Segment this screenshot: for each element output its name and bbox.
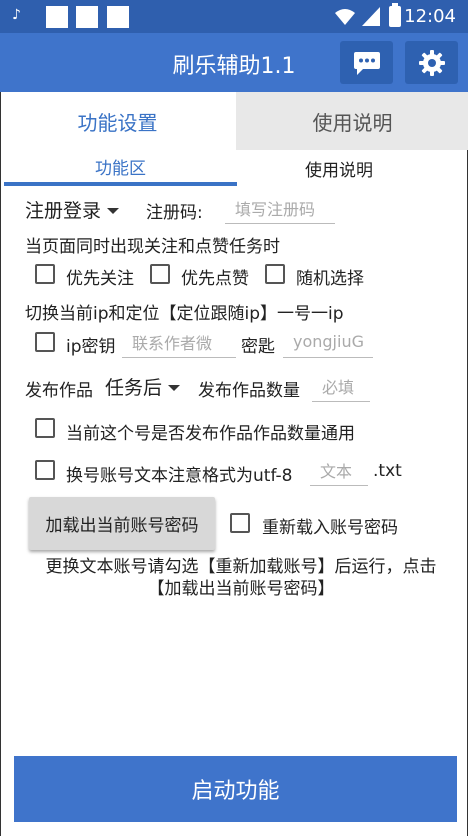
chevron-down-icon <box>168 385 181 391</box>
secret-input[interactable]: yongjiuG <box>283 326 373 358</box>
prefer-like-label: 优先点赞 <box>181 269 249 289</box>
ip-key-checkbox[interactable] <box>35 332 55 352</box>
top-tabs: 功能设置 使用说明 <box>1 92 468 150</box>
random-choice-checkbox[interactable] <box>265 264 285 284</box>
prefer-follow-label: 优先关注 <box>66 269 134 289</box>
reg-code-label: 注册码: <box>146 203 203 223</box>
publish-timing-dropdown[interactable]: 任务后 <box>105 370 198 402</box>
publish-shared-checkbox[interactable] <box>35 418 55 438</box>
reload-account-label: 重新载入账号密码 <box>262 518 398 538</box>
secret-label: 密匙 <box>241 337 275 357</box>
account-file-ext: .txt <box>373 461 402 481</box>
publish-shared-label: 当前这个号是否发布作品作品数量通用 <box>66 424 355 444</box>
tab-function-settings[interactable]: 功能设置 <box>1 92 234 150</box>
wifi-icon <box>335 9 355 25</box>
prefer-follow-checkbox[interactable] <box>35 264 55 284</box>
publish-count-label: 发布作品数量 <box>198 381 300 401</box>
load-account-button[interactable]: 加载出当前账号密码 <box>29 497 215 550</box>
tab-usage-guide[interactable]: 使用说明 <box>236 92 468 150</box>
battery-charging-icon <box>389 3 401 27</box>
usage-hint: 更换文本账号请勾选【重新加载账号】后运行，点击【加载出当前账号密码】 <box>45 557 437 599</box>
subtab-usage-guide[interactable]: 使用说明 <box>241 150 437 186</box>
chat-bubble-icon <box>353 51 380 75</box>
clock: 12:04 <box>404 6 456 27</box>
status-bar: ♪ 12:04 <box>0 0 468 33</box>
ip-key-input[interactable]: 联系作者微 <box>122 326 236 358</box>
account-switch-checkbox[interactable] <box>35 460 55 480</box>
notification-square-icon <box>76 6 98 28</box>
app-title: 刷乐辅助1.1 <box>172 54 296 79</box>
notification-square-icon <box>46 6 68 28</box>
gear-icon <box>418 49 445 76</box>
settings-button[interactable] <box>405 41 458 84</box>
reg-code-input[interactable]: 填写注册码 <box>225 192 335 224</box>
prefer-like-checkbox[interactable] <box>150 264 170 284</box>
sub-tabs: 功能区 使用说明 <box>1 150 467 186</box>
chat-button[interactable] <box>340 41 393 84</box>
login-mode-value: 注册登录 <box>25 199 102 222</box>
publish-label: 发布作品 <box>25 381 93 401</box>
signal-icon <box>362 7 380 26</box>
account-switch-label: 换号账号文本注意格式为utf-8 <box>66 466 293 486</box>
notification-square-icon <box>107 6 129 28</box>
app-bar: 刷乐辅助1.1 <box>0 33 468 92</box>
login-mode-dropdown[interactable]: 注册登录 <box>25 193 145 225</box>
tiktok-icon: ♪ <box>12 7 21 23</box>
ip-switch-label: 切换当前ip和定位【定位跟随ip】一号一ip <box>25 304 344 324</box>
reload-account-checkbox[interactable] <box>230 513 250 533</box>
chevron-down-icon <box>107 208 120 214</box>
subtab-function-area[interactable]: 功能区 <box>4 150 237 186</box>
ip-key-label: ip密钥 <box>66 337 116 357</box>
publish-count-input[interactable]: 必填 <box>312 370 370 402</box>
random-choice-label: 随机选择 <box>296 269 364 289</box>
account-file-input[interactable]: 文本 <box>310 454 368 486</box>
start-button[interactable]: 启动功能 <box>14 756 457 822</box>
publish-timing-value: 任务后 <box>105 376 163 399</box>
task-conflict-label: 当页面同时出现关注和点赞任务时 <box>25 237 280 257</box>
